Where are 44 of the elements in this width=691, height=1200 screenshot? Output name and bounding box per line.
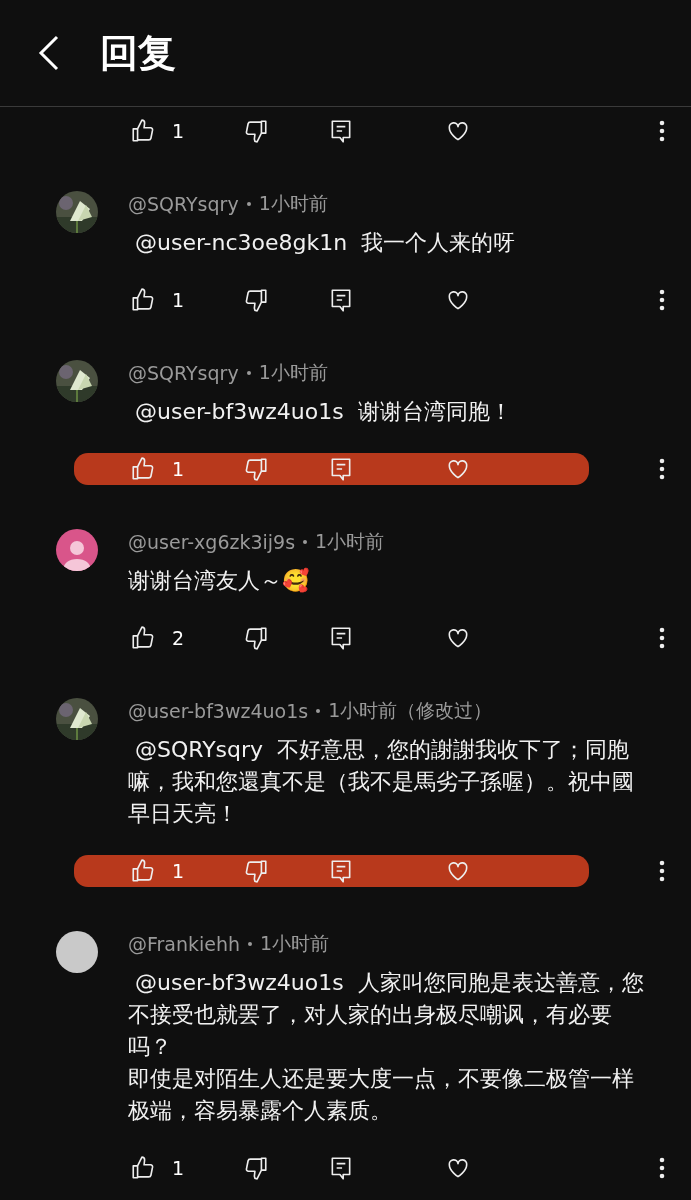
comment-text: 即使是对陌生人还是要大度一点，不要像二极管一样极端，容易暴露个人素质。 — [128, 1065, 635, 1125]
more-icon[interactable] — [659, 458, 665, 480]
comment-time: 1小时前 — [260, 931, 330, 956]
comment-text: @user-bf3wz4uo1s 人家叫您同胞是表达善意，您不接受也就罢了，对人家的出身极尽嘲讽，有必要吗？ — [128, 969, 645, 1061]
thumbs-up-icon[interactable] — [130, 287, 156, 313]
thumbs-up-icon[interactable] — [130, 625, 156, 651]
like-count: 1 — [172, 1157, 185, 1179]
comment-time: 1小时前 — [315, 529, 385, 554]
thumbs-up-icon[interactable] — [130, 858, 156, 884]
comment-text: @SQRYsqry 不好意思，您的謝謝我收下了；同胞嘛，我和您還真不是（我不是馬劣子孫喔）。祝中國早日天亮！ — [128, 736, 635, 828]
author-name[interactable]: @user-bf3wz4uo1s — [128, 700, 309, 722]
like-count: 1 — [172, 860, 185, 882]
back-icon[interactable] — [38, 35, 60, 71]
comment-text: @user-nc3oe8gk1n 我一个人来的呀 — [134, 229, 517, 257]
more-icon[interactable] — [659, 289, 665, 311]
comment-text: 谢谢台湾友人～🥰 — [128, 566, 310, 595]
thumbs-down-icon[interactable] — [243, 858, 269, 884]
thumbs-up-icon[interactable] — [130, 1155, 156, 1181]
like-count: 1 — [172, 458, 185, 480]
comment-time: 1小时前 — [258, 191, 328, 216]
author-name[interactable]: @SQRYsqry — [128, 362, 239, 384]
comment-text: @user-bf3wz4uo1s 谢谢台湾同胞！ — [134, 398, 513, 426]
thumbs-down-icon[interactable] — [243, 456, 269, 482]
author-name[interactable]: @Frankiehh — [128, 933, 241, 955]
avatar — [56, 931, 98, 973]
author-name[interactable]: @user-xg6zk3ij9s — [128, 531, 296, 553]
page-title: 回复 — [100, 29, 176, 77]
comment-time: 1小时前 — [258, 360, 328, 385]
like-count: 1 — [172, 289, 185, 311]
thumbs-down-icon[interactable] — [243, 287, 269, 313]
thumbs-down-icon[interactable] — [243, 625, 269, 651]
person-icon — [63, 539, 91, 571]
thumbs-down-icon[interactable] — [243, 1155, 269, 1181]
more-icon[interactable] — [659, 860, 665, 882]
more-icon[interactable] — [659, 120, 665, 142]
thumbs-up-icon[interactable] — [130, 118, 156, 144]
author-name[interactable]: @SQRYsqry — [128, 193, 239, 215]
more-icon[interactable] — [659, 627, 665, 649]
thumbs-down-icon[interactable] — [243, 118, 269, 144]
more-icon[interactable] — [659, 1157, 665, 1179]
like-count: 2 — [172, 627, 185, 649]
comment-time: 1小时前（修改过） — [328, 698, 493, 723]
thumbs-up-icon[interactable] — [130, 456, 156, 482]
like-count: 1 — [172, 120, 185, 142]
